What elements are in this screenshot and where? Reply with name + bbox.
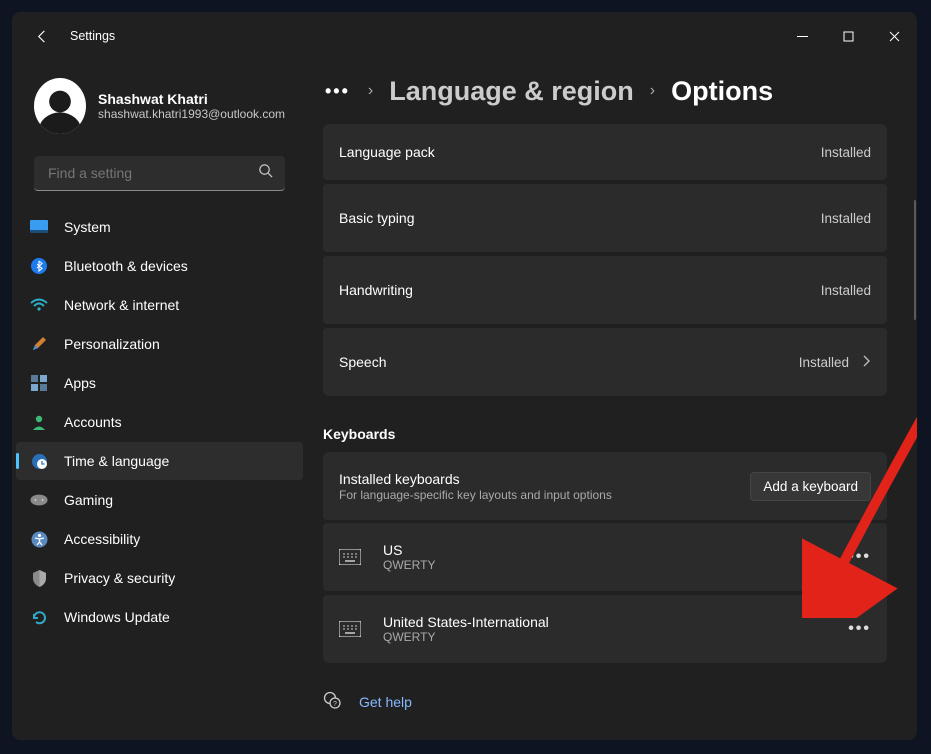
sidebar-item-bluetooth[interactable]: Bluetooth & devices <box>16 247 303 285</box>
keyboard-item-us[interactable]: US QWERTY ••• <box>323 523 887 591</box>
keyboard-more-button[interactable]: ••• <box>848 620 871 638</box>
sidebar: Shashwat Khatri shashwat.khatri1993@outl… <box>12 60 307 740</box>
breadcrumb-current: Options <box>671 76 773 107</box>
section-title-keyboards: Keyboards <box>323 426 887 442</box>
installed-keyboards-sub: For language-specific key layouts and in… <box>339 488 750 502</box>
sidebar-item-label: Accounts <box>64 414 122 430</box>
sidebar-item-label: Gaming <box>64 492 113 508</box>
wifi-icon <box>30 296 48 314</box>
sidebar-item-privacy[interactable]: Privacy & security <box>16 559 303 597</box>
chevron-right-icon: › <box>650 82 655 100</box>
sidebar-item-apps[interactable]: Apps <box>16 364 303 402</box>
back-button[interactable] <box>32 26 52 46</box>
update-icon <box>30 608 48 626</box>
sidebar-item-system[interactable]: System <box>16 208 303 246</box>
keyboard-name: US <box>383 542 435 558</box>
accessibility-icon <box>30 530 48 548</box>
app-title: Settings <box>70 29 115 43</box>
chevron-right-icon: › <box>368 82 373 100</box>
sidebar-item-label: Personalization <box>64 336 160 352</box>
feature-status: Installed <box>821 145 871 160</box>
sidebar-item-label: Windows Update <box>64 609 170 625</box>
profile[interactable]: Shashwat Khatri shashwat.khatri1993@outl… <box>12 70 307 152</box>
sidebar-item-personalization[interactable]: Personalization <box>16 325 303 363</box>
settings-window: Settings Shashwat Khatri shashwat.khatri… <box>12 12 917 740</box>
sidebar-item-network[interactable]: Network & internet <box>16 286 303 324</box>
feature-label: Language pack <box>339 144 821 160</box>
bluetooth-icon <box>30 257 48 275</box>
feature-status: Installed <box>821 211 871 226</box>
keyboard-name: United States-International <box>383 614 549 630</box>
profile-name: Shashwat Khatri <box>98 91 285 107</box>
sidebar-item-label: System <box>64 219 111 235</box>
sidebar-item-label: Apps <box>64 375 96 391</box>
scrollbar[interactable] <box>914 200 916 320</box>
sidebar-item-label: Bluetooth & devices <box>64 258 188 274</box>
keyboard-icon <box>339 549 361 565</box>
add-keyboard-button[interactable]: Add a keyboard <box>750 472 871 501</box>
feature-label: Basic typing <box>339 210 821 226</box>
search-icon <box>258 163 273 183</box>
shield-icon <box>30 569 48 587</box>
avatar <box>34 78 86 134</box>
sidebar-item-time-language[interactable]: Time & language <box>16 442 303 480</box>
installed-keyboards-header: Installed keyboards For language-specifi… <box>323 452 887 520</box>
keyboard-item-us-international[interactable]: United States-International QWERTY ••• <box>323 595 887 663</box>
keyboard-layout: QWERTY <box>383 630 549 644</box>
monitor-icon <box>30 218 48 236</box>
sidebar-item-label: Time & language <box>64 453 169 469</box>
feature-status: Installed <box>799 355 849 370</box>
paintbrush-icon <box>30 335 48 353</box>
keyboard-icon <box>339 621 361 637</box>
titlebar: Settings <box>12 12 917 60</box>
sidebar-item-windows-update[interactable]: Windows Update <box>16 598 303 636</box>
breadcrumb-more-button[interactable]: ••• <box>323 81 352 102</box>
globe-clock-icon <box>30 452 48 470</box>
apps-icon <box>30 374 48 392</box>
sidebar-item-accounts[interactable]: Accounts <box>16 403 303 441</box>
sidebar-item-label: Network & internet <box>64 297 179 313</box>
keyboard-layout: QWERTY <box>383 558 435 572</box>
person-icon <box>30 413 48 431</box>
search-box[interactable] <box>34 156 285 191</box>
search-input[interactable] <box>46 164 258 182</box>
keyboard-more-button[interactable]: ••• <box>848 548 871 566</box>
feature-label: Speech <box>339 354 799 370</box>
feature-basic-typing[interactable]: Basic typing Installed <box>323 184 887 252</box>
maximize-button[interactable] <box>825 20 871 52</box>
minimize-button[interactable] <box>779 20 825 52</box>
feature-label: Handwriting <box>339 282 821 298</box>
get-help-label: Get help <box>359 694 412 710</box>
sidebar-item-label: Accessibility <box>64 531 140 547</box>
breadcrumb: ••• › Language & region › Options <box>323 68 917 114</box>
svg-text:?: ? <box>333 701 337 708</box>
profile-email: shashwat.khatri1993@outlook.com <box>98 107 285 121</box>
content-panel: ••• › Language & region › Options Langua… <box>307 60 917 740</box>
close-button[interactable] <box>871 20 917 52</box>
help-icon: ? <box>323 691 341 712</box>
sidebar-item-label: Privacy & security <box>64 570 175 586</box>
feature-handwriting[interactable]: Handwriting Installed <box>323 256 887 324</box>
feature-language-pack[interactable]: Language pack Installed <box>323 124 887 180</box>
sidebar-item-gaming[interactable]: Gaming <box>16 481 303 519</box>
sidebar-item-accessibility[interactable]: Accessibility <box>16 520 303 558</box>
installed-keyboards-title: Installed keyboards <box>339 471 750 487</box>
gamepad-icon <box>30 491 48 509</box>
chevron-right-icon <box>861 354 871 370</box>
feature-speech[interactable]: Speech Installed <box>323 328 887 396</box>
breadcrumb-parent[interactable]: Language & region <box>389 76 634 107</box>
feature-status: Installed <box>821 283 871 298</box>
get-help[interactable]: ? Get help <box>323 691 887 712</box>
